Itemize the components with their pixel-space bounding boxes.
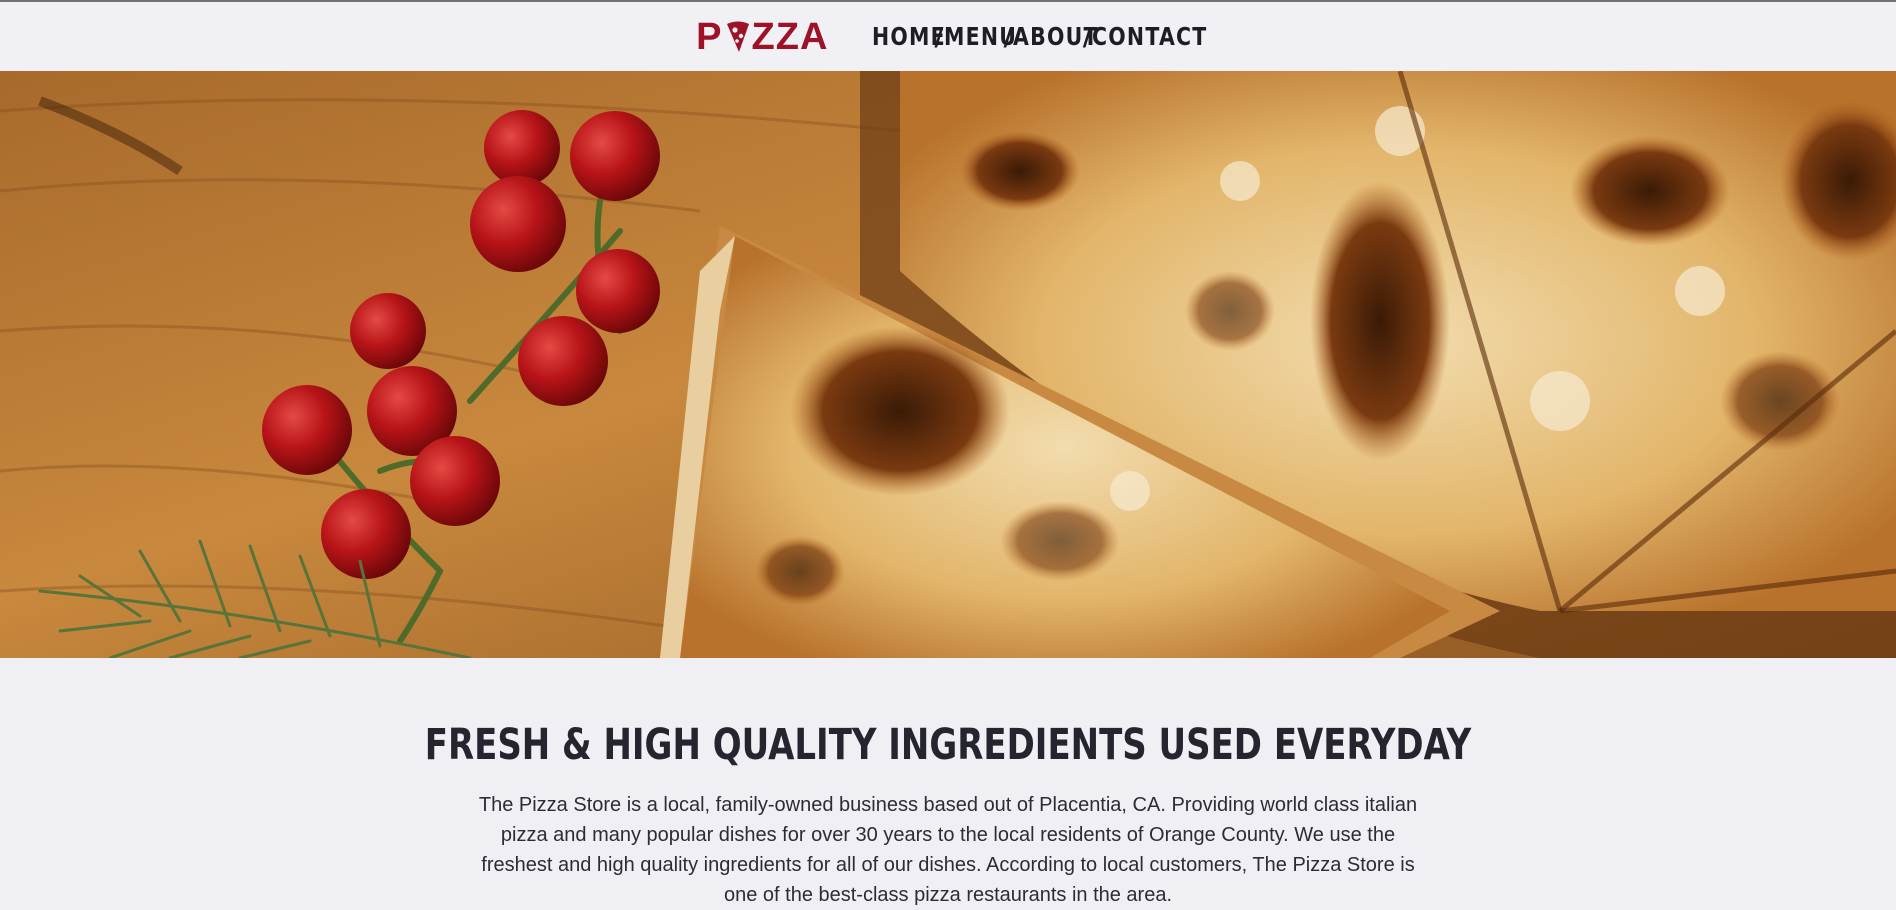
logo-text-left: P xyxy=(696,15,723,58)
logo-text-right: ZZA xyxy=(751,15,829,58)
hero-banner xyxy=(0,71,1896,658)
section-heading: FRESH & HIGH QUALITY INGREDIENTS USED EV… xyxy=(424,720,1472,770)
main-nav: HOME / MENU / ABOUT / CONTACT xyxy=(872,22,1206,51)
site-header: P ZZA HOME / MENU / ABOUT / CONTACT xyxy=(0,2,1896,71)
logo[interactable]: P ZZA xyxy=(696,17,828,57)
section-description: The Pizza Store is a local, family-owned… xyxy=(478,794,1418,906)
nav-contact[interactable]: CONTACT xyxy=(1092,22,1206,51)
nav-menu[interactable]: MENU xyxy=(944,22,1016,51)
intro-section: FRESH & HIGH QUALITY INGREDIENTS USED EV… xyxy=(0,658,1896,906)
nav-about[interactable]: ABOUT xyxy=(1013,22,1097,51)
nav-home[interactable]: HOME xyxy=(872,22,945,51)
pizza-slice-icon xyxy=(725,20,751,54)
pizza-hero-image xyxy=(0,71,1896,658)
